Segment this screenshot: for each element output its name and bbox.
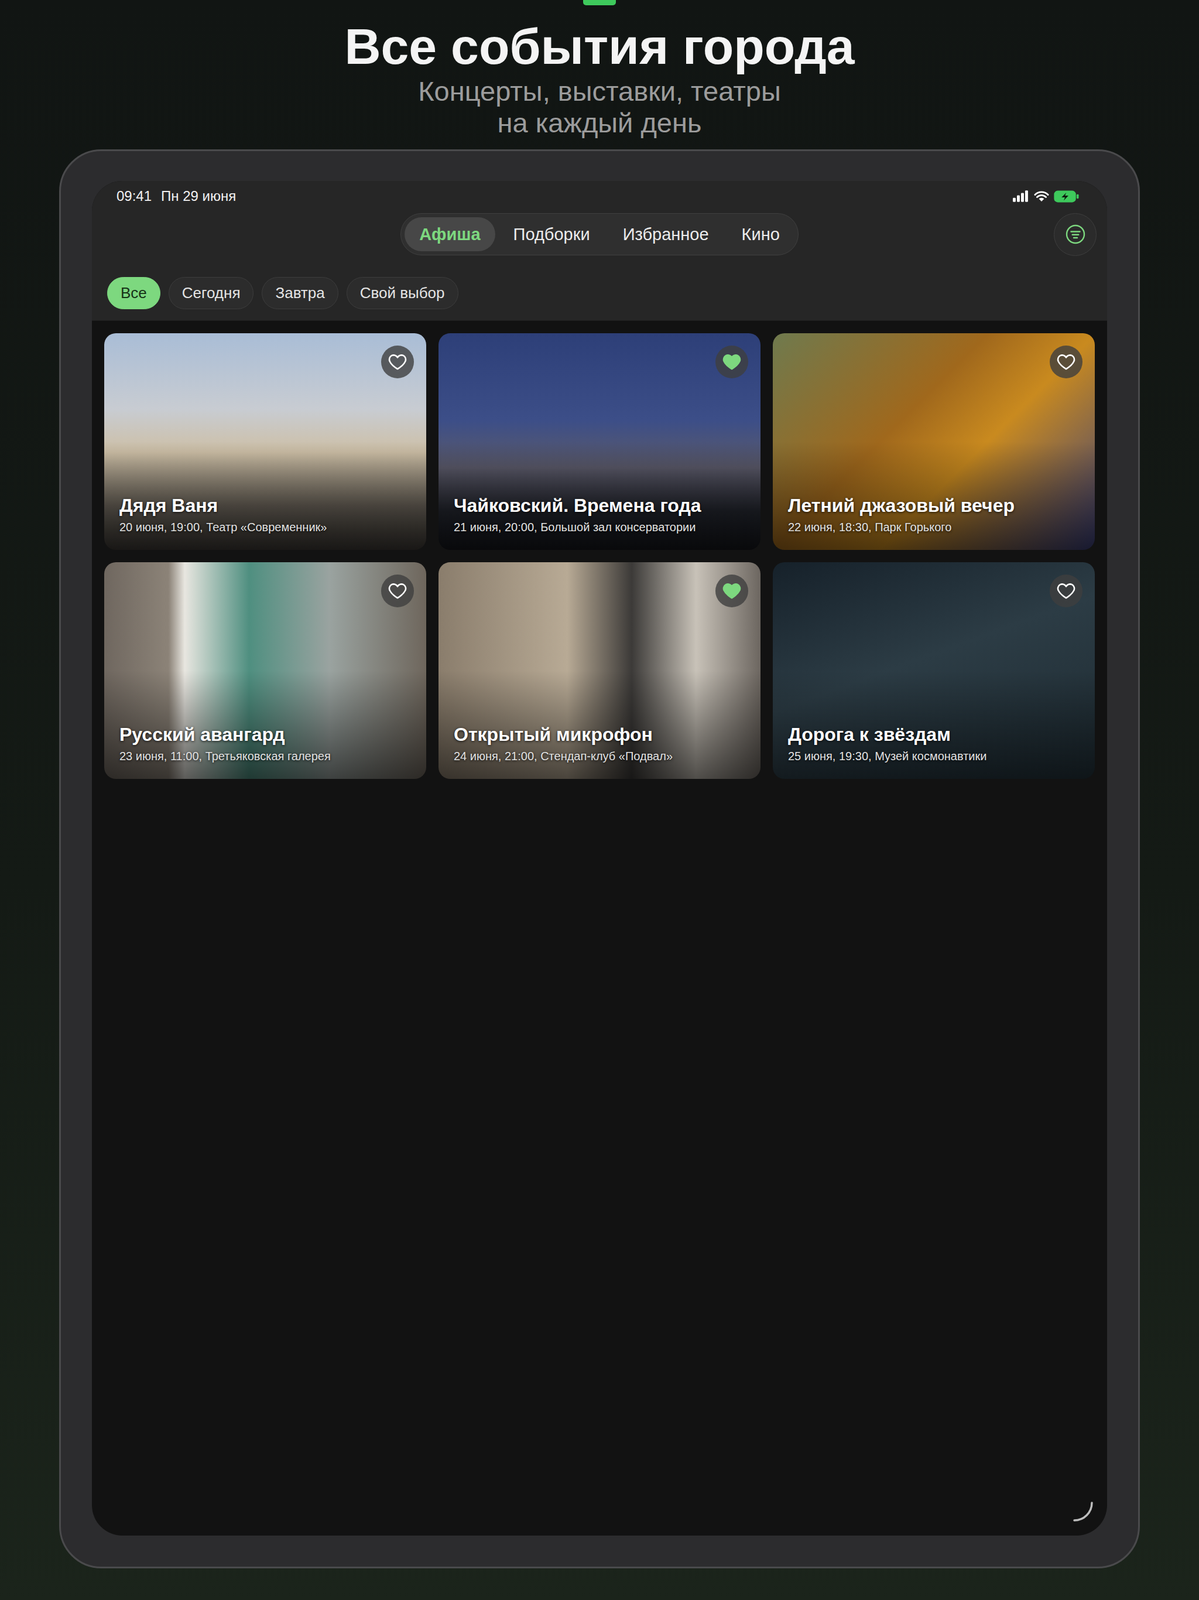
events-grid: Дядя Ваня 20 июня, 19:00, Театр «Совреме… bbox=[91, 320, 1108, 791]
filter-chip[interactable]: Сегодня bbox=[168, 276, 255, 310]
event-details: 21 июня, 20:00, Большой зал консерватори… bbox=[453, 519, 749, 535]
filter-icon bbox=[1064, 223, 1087, 245]
tab[interactable]: Кино bbox=[727, 217, 795, 252]
event-title: Дядя Ваня bbox=[119, 494, 415, 517]
heart-icon bbox=[721, 580, 742, 601]
event-details: 20 июня, 19:00, Театр «Современник» bbox=[119, 519, 415, 535]
event-card[interactable]: Открытый микрофон 24 июня, 21:00, Стенда… bbox=[438, 562, 761, 779]
event-card[interactable]: Чайковский. Времена года 21 июня, 20:00,… bbox=[438, 333, 761, 550]
resize-handle-icon[interactable] bbox=[1070, 1498, 1095, 1523]
hero-subtitle: Концерты, выставки, театрына каждый день bbox=[418, 75, 781, 139]
filter-chip[interactable]: Свой выбор bbox=[346, 276, 459, 310]
event-details: 23 июня, 11:00, Третьяковская галерея bbox=[119, 748, 415, 764]
event-details: 25 июня, 19:30, Музей космонавтики bbox=[788, 748, 1084, 764]
event-title: Дорога к звёздам bbox=[788, 723, 1084, 746]
filter-chip[interactable]: Все bbox=[107, 276, 161, 310]
status-bar: 09:41 Пн 29 июня bbox=[91, 180, 1108, 205]
tab-bar: АфишаПодборкиИзбранноеКино bbox=[400, 213, 799, 256]
favorite-button[interactable] bbox=[715, 574, 749, 608]
battery-icon bbox=[1053, 190, 1080, 203]
status-time: 09:41 bbox=[116, 187, 152, 205]
header: 09:41 Пн 29 июня АфишаПодборкиИзбранноеК… bbox=[91, 180, 1108, 321]
event-card[interactable]: Летний джазовый вечер 22 июня, 18:30, Па… bbox=[772, 333, 1095, 550]
heart-icon bbox=[721, 351, 742, 372]
event-details: 24 июня, 21:00, Стендап-клуб «Подвал» bbox=[453, 748, 749, 764]
event-title: Чайковский. Времена года bbox=[453, 494, 749, 517]
heart-icon bbox=[387, 351, 408, 372]
hero: Все события города Концерты, выставки, т… bbox=[0, 0, 1199, 139]
accent-bar bbox=[583, 0, 616, 6]
tab[interactable]: Избранное bbox=[608, 217, 724, 252]
subtitle-line: на каждый день bbox=[418, 107, 781, 139]
status-date: Пн 29 июня bbox=[160, 187, 236, 205]
heart-icon bbox=[387, 580, 408, 601]
tab[interactable]: Подборки bbox=[498, 217, 605, 252]
nav-row: АфишаПодборкиИзбранноеКино bbox=[91, 212, 1108, 256]
filter-chip[interactable]: Завтра bbox=[261, 276, 338, 310]
event-title: Русский авангард bbox=[119, 723, 415, 746]
tablet-frame: 09:41 Пн 29 июня АфишаПодборкиИзбранноеК… bbox=[59, 149, 1140, 1568]
event-title: Летний джазовый вечер bbox=[788, 494, 1084, 517]
favorite-button[interactable] bbox=[381, 574, 414, 608]
filter-chips: ВсеСегодняЗавтраСвой выбор bbox=[91, 255, 1108, 310]
tab[interactable]: Афиша bbox=[404, 217, 495, 252]
favorite-button[interactable] bbox=[715, 345, 749, 379]
hero-title: Все события города bbox=[344, 17, 855, 76]
event-card[interactable]: Дорога к звёздам 25 июня, 19:30, Музей к… bbox=[772, 562, 1095, 779]
favorite-button[interactable] bbox=[1049, 574, 1083, 608]
favorite-button[interactable] bbox=[1049, 345, 1083, 379]
screen: 09:41 Пн 29 июня АфишаПодборкиИзбранноеК… bbox=[91, 180, 1108, 1536]
heart-icon bbox=[1056, 351, 1077, 372]
wifi-icon bbox=[1033, 190, 1050, 202]
page: Все события города Концерты, выставки, т… bbox=[0, 0, 1199, 1600]
event-card[interactable]: Русский авангард 23 июня, 11:00, Третьяк… bbox=[104, 562, 427, 779]
event-card[interactable]: Дядя Ваня 20 июня, 19:00, Театр «Совреме… bbox=[104, 333, 427, 550]
heart-icon bbox=[1056, 580, 1077, 601]
filter-button[interactable] bbox=[1053, 213, 1097, 256]
signal-icon bbox=[1012, 190, 1030, 202]
event-title: Открытый микрофон bbox=[453, 723, 749, 746]
favorite-button[interactable] bbox=[381, 345, 414, 379]
event-details: 22 июня, 18:30, Парк Горького bbox=[788, 519, 1084, 535]
subtitle-line: Концерты, выставки, театры bbox=[418, 75, 781, 108]
